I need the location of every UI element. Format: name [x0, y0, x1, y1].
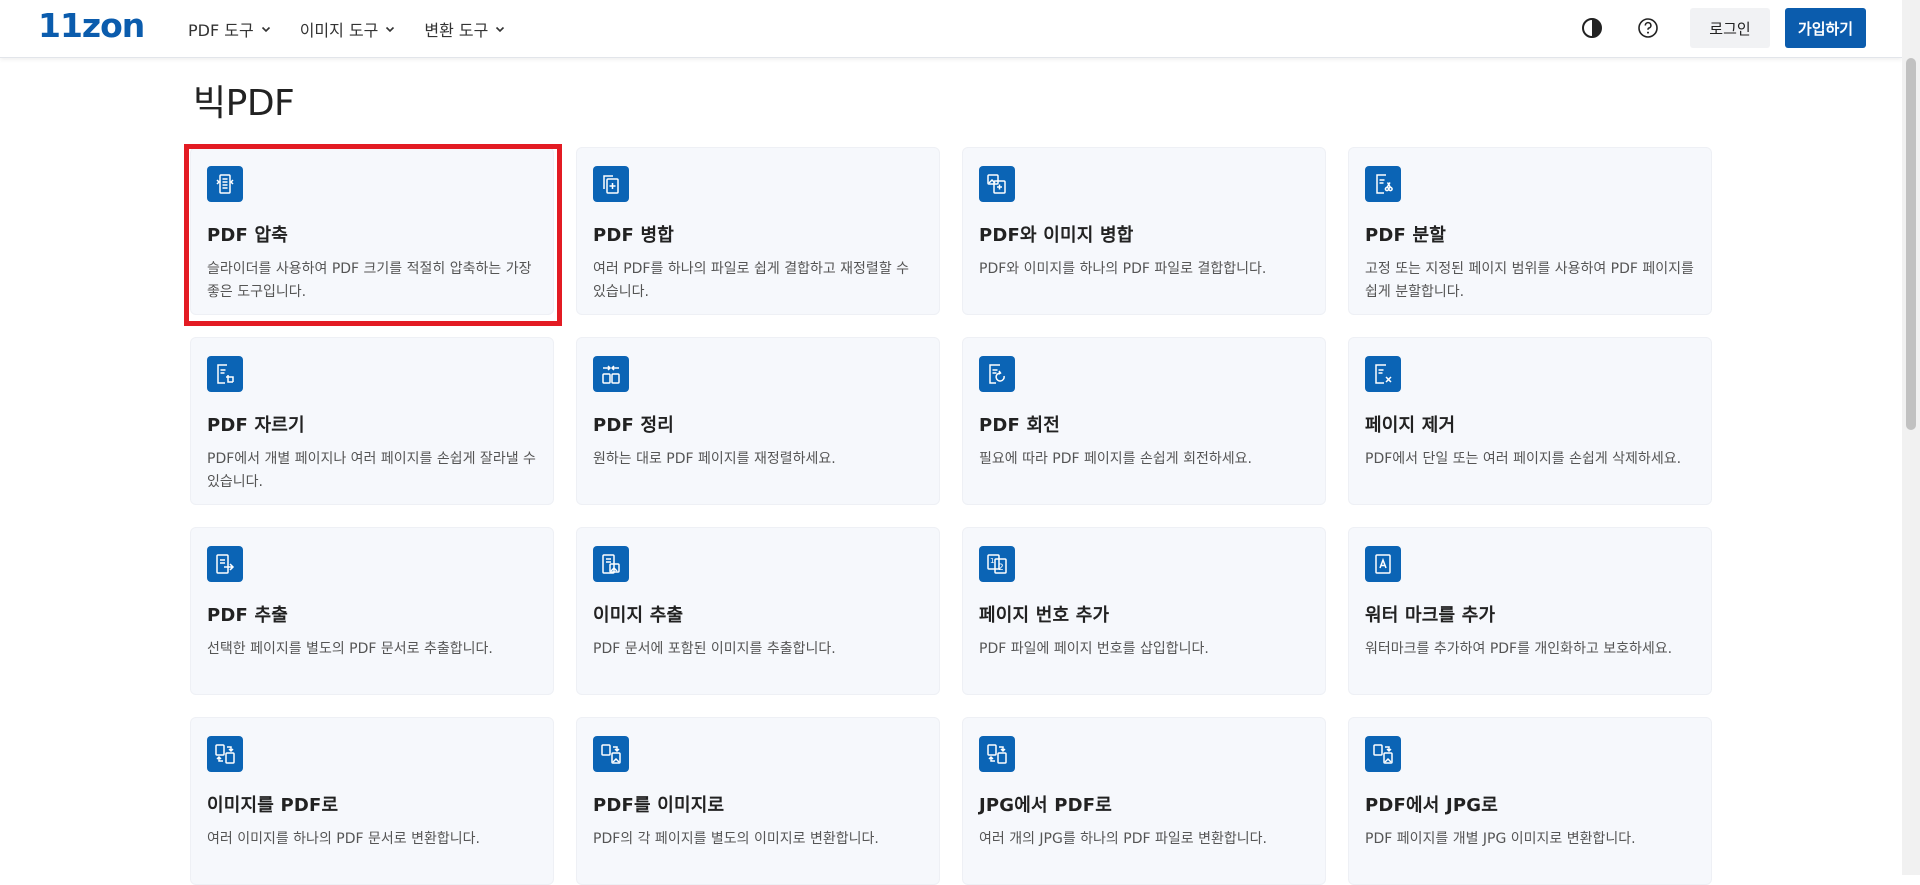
- tool-description: 여러 이미지를 하나의 PDF 문서로 변환합니다.: [207, 831, 480, 847]
- chevron-down-icon: [261, 26, 270, 32]
- remove-page-icon: [1365, 356, 1401, 392]
- tool-description: PDF 문서에 포함된 이미지를 추출합니다.: [593, 641, 836, 657]
- tool-description: 여러 PDF를 하나의 파일로 쉽게 결합하고 재정렬할 수 있습니다.: [593, 261, 910, 300]
- tool-card-merge-pdf-image[interactable]: PDF와 이미지 병합 PDF와 이미지를 하나의 PDF 파일로 결합합니다.: [962, 147, 1326, 315]
- chevron-down-icon: [496, 26, 505, 32]
- svg-text:2: 2: [998, 563, 1004, 573]
- signup-button[interactable]: 가입하기: [1785, 8, 1866, 48]
- tool-title: PDF 자르기: [207, 415, 305, 436]
- extract-icon: [207, 546, 243, 582]
- crop-icon: [207, 356, 243, 392]
- page-number-icon: 12: [979, 546, 1015, 582]
- tool-title: PDF 회전: [979, 415, 1061, 436]
- split-icon: [1365, 166, 1401, 202]
- tool-card-image-to-pdf[interactable]: 이미지를 PDF로 여러 이미지를 하나의 PDF 문서로 변환합니다.: [190, 717, 554, 885]
- tool-title: PDF 병합: [593, 225, 675, 246]
- tool-description: 선택한 페이지를 별도의 PDF 문서로 추출합니다.: [207, 641, 493, 657]
- tool-title: PDF에서 JPG로: [1365, 795, 1499, 816]
- tool-title: 이미지 추출: [593, 605, 684, 626]
- tool-title: 페이지 제거: [1365, 415, 1456, 436]
- tool-card-rotate-pdf[interactable]: PDF 회전 필요에 따라 PDF 페이지를 손쉽게 회전하세요.: [962, 337, 1326, 505]
- watermark-icon: [1365, 546, 1401, 582]
- tool-title: PDF 추출: [207, 605, 289, 626]
- tool-description: 워터마크를 추가하여 PDF를 개인화하고 보호하세요.: [1365, 641, 1673, 657]
- tool-title: PDF를 이미지로: [593, 795, 725, 816]
- tool-description: 여러 개의 JPG를 하나의 PDF 파일로 변환합니다.: [979, 831, 1267, 847]
- tool-description: PDF와 이미지를 하나의 PDF 파일로 결합합니다.: [979, 261, 1267, 277]
- rotate-icon: [979, 356, 1015, 392]
- login-button[interactable]: 로그인: [1690, 8, 1770, 48]
- tool-description: 고정 또는 지정된 페이지 범위를 사용하여 PDF 페이지를 쉽게 분할합니다…: [1365, 261, 1694, 300]
- tool-card-extract-images[interactable]: 이미지 추출 PDF 문서에 포함된 이미지를 추출합니다.: [576, 527, 940, 695]
- nav-label: 이미지 도구: [299, 20, 379, 40]
- page-scrollbar[interactable]: [1902, 0, 1920, 875]
- contrast-icon: [1582, 18, 1602, 38]
- tool-card-split-pdf[interactable]: PDF 분할 고정 또는 지정된 페이지 범위를 사용하여 PDF 페이지를 쉽…: [1348, 147, 1712, 315]
- organize-icon: [593, 356, 629, 392]
- nav-label: 변환 도구: [424, 20, 489, 40]
- tool-title: PDF 압축: [207, 225, 289, 246]
- header-actions: 로그인 가입하기: [1578, 8, 1866, 48]
- help-icon: [1638, 18, 1658, 38]
- tool-title: PDF 분할: [1365, 225, 1447, 246]
- image-to-pdf-icon: [207, 736, 243, 772]
- tool-title: 워터 마크를 추가: [1365, 605, 1496, 626]
- tool-description: PDF의 각 페이지를 별도의 이미지로 변환합니다.: [593, 831, 879, 847]
- main-nav: PDF 도구 이미지 도구 변환 도구: [188, 0, 506, 57]
- scrollbar-thumb[interactable]: [1906, 58, 1916, 430]
- tool-card-pdf-to-image[interactable]: PDF를 이미지로 PDF의 각 페이지를 별도의 이미지로 변환합니다.: [576, 717, 940, 885]
- tool-title: JPG에서 PDF로: [979, 795, 1113, 816]
- merge-icon: [593, 166, 629, 202]
- compress-icon: [207, 166, 243, 202]
- svg-text:1: 1: [990, 557, 994, 565]
- top-header: 11zon PDF 도구 이미지 도구 변환 도구 로그인 가입하기: [0, 0, 1902, 58]
- pdf-to-image-icon: [593, 736, 629, 772]
- tool-description: PDF에서 개별 페이지나 여러 페이지를 손쉽게 잘라낼 수 있습니다.: [207, 451, 536, 490]
- tool-card-crop-pdf[interactable]: PDF 자르기 PDF에서 개별 페이지나 여러 페이지를 손쉽게 잘라낼 수 …: [190, 337, 554, 505]
- tool-card-add-watermark[interactable]: 워터 마크를 추가 워터마크를 추가하여 PDF를 개인화하고 보호하세요.: [1348, 527, 1712, 695]
- pdf-to-jpg-icon: [1365, 736, 1401, 772]
- jpg-to-pdf-icon: [979, 736, 1015, 772]
- tool-title: 페이지 번호 추가: [979, 605, 1110, 626]
- tool-card-organize-pdf[interactable]: PDF 정리 원하는 대로 PDF 페이지를 재정렬하세요.: [576, 337, 940, 505]
- help-button[interactable]: [1634, 14, 1662, 42]
- tool-title: PDF 정리: [593, 415, 675, 436]
- tool-card-remove-pages[interactable]: 페이지 제거 PDF에서 단일 또는 여러 페이지를 손쉽게 삭제하세요.: [1348, 337, 1712, 505]
- tool-card-extract-pdf[interactable]: PDF 추출 선택한 페이지를 별도의 PDF 문서로 추출합니다.: [190, 527, 554, 695]
- tool-card-jpg-to-pdf[interactable]: JPG에서 PDF로 여러 개의 JPG를 하나의 PDF 파일로 변환합니다.: [962, 717, 1326, 885]
- tool-title: PDF와 이미지 병합: [979, 225, 1134, 246]
- chevron-down-icon: [386, 26, 395, 32]
- nav-label: PDF 도구: [188, 20, 254, 40]
- nav-pdf-tools[interactable]: PDF 도구: [188, 17, 272, 41]
- tool-card-compress-pdf[interactable]: PDF 압축 슬라이더를 사용하여 PDF 크기를 적절히 압축하는 가장 좋은…: [190, 147, 554, 315]
- theme-toggle-button[interactable]: [1578, 14, 1606, 42]
- tool-card-merge-pdf[interactable]: PDF 병합 여러 PDF를 하나의 파일로 쉽게 결합하고 재정렬할 수 있습…: [576, 147, 940, 315]
- site-logo[interactable]: 11zon: [38, 6, 145, 45]
- merge-image-icon: [979, 166, 1015, 202]
- tool-grid: PDF 압축 슬라이더를 사용하여 PDF 크기를 적절히 압축하는 가장 좋은…: [190, 147, 1712, 885]
- tool-description: PDF 페이지를 개별 JPG 이미지로 변환합니다.: [1365, 831, 1636, 847]
- tool-title: 이미지를 PDF로: [207, 795, 339, 816]
- tool-description: PDF 파일에 페이지 번호를 삽입합니다.: [979, 641, 1209, 657]
- nav-convert-tools[interactable]: 변환 도구: [424, 17, 506, 41]
- tool-description: 필요에 따라 PDF 페이지를 손쉽게 회전하세요.: [979, 451, 1252, 467]
- tool-description: PDF에서 단일 또는 여러 페이지를 손쉽게 삭제하세요.: [1365, 451, 1682, 467]
- tool-card-add-page-numbers[interactable]: 12 페이지 번호 추가 PDF 파일에 페이지 번호를 삽입합니다.: [962, 527, 1326, 695]
- tool-description: 슬라이더를 사용하여 PDF 크기를 적절히 압축하는 가장 좋은 도구입니다.: [207, 261, 532, 300]
- tool-description: 원하는 대로 PDF 페이지를 재정렬하세요.: [593, 451, 836, 467]
- nav-image-tools[interactable]: 이미지 도구: [300, 17, 397, 41]
- tool-card-pdf-to-jpg[interactable]: PDF에서 JPG로 PDF 페이지를 개별 JPG 이미지로 변환합니다.: [1348, 717, 1712, 885]
- page-title: 빅PDF: [193, 83, 295, 124]
- extract-image-icon: [593, 546, 629, 582]
